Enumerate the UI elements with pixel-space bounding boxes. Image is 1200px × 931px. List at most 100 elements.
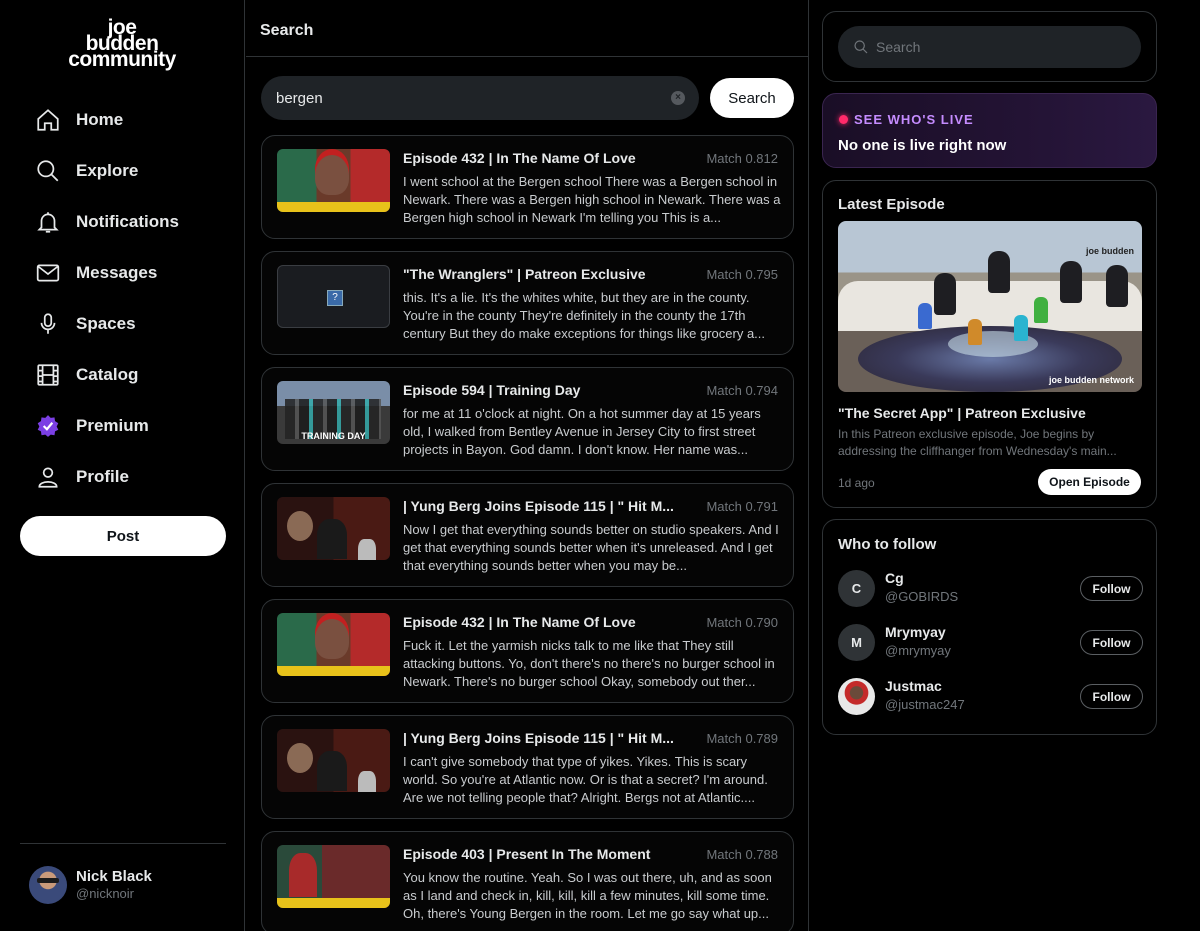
latest-episode-image[interactable]: joe budden joe budden network (838, 221, 1142, 392)
image-figure (918, 303, 932, 329)
latest-episode-description: In this Patreon exclusive episode, Joe b… (838, 427, 1117, 458)
follow-name: Justmac (885, 678, 942, 694)
episode-thumbnail (277, 497, 390, 560)
post-button[interactable]: Post (20, 516, 226, 556)
latest-episode-title[interactable]: "The Secret App" | Patreon Exclusive (838, 405, 1086, 421)
sidebar-search-box (838, 26, 1141, 68)
logo-line-community: community (68, 48, 176, 71)
nav-item-messages[interactable]: Messages (34, 247, 179, 298)
search-box: × (261, 76, 699, 120)
episode-thumbnail (277, 845, 390, 908)
image-figure (968, 319, 982, 345)
clear-search-icon[interactable]: × (671, 91, 685, 105)
search-result-card[interactable]: | Yung Berg Joins Episode 115 | " Hit M.… (261, 483, 794, 587)
bell-icon (34, 208, 62, 236)
current-user[interactable]: Nick Black @nicknoir (29, 866, 152, 904)
nav-item-catalog[interactable]: Catalog (34, 349, 179, 400)
brand-logo[interactable]: joe budden community (62, 17, 182, 71)
nav-item-profile[interactable]: Profile (34, 451, 179, 502)
image-brand-top: joe budden (1086, 246, 1134, 256)
image-person (1060, 261, 1082, 303)
follow-button[interactable]: Follow (1080, 630, 1143, 655)
match-score: Match 0.812 (706, 151, 778, 166)
image-person (988, 251, 1010, 293)
page-title: Search (246, 0, 808, 57)
follow-handle: @justmac247 (885, 697, 965, 712)
image-figure (1014, 315, 1028, 341)
live-indicator-icon (839, 115, 848, 124)
microphone-icon (34, 310, 62, 338)
search-result-card[interactable]: Episode 432 | In The Name Of Love Match … (261, 135, 794, 239)
current-user-name: Nick Black (76, 868, 152, 885)
match-score: Match 0.790 (706, 615, 778, 630)
result-snippet: this. It's a lie. It's the whites white,… (403, 290, 766, 341)
match-score: Match 0.791 (706, 499, 778, 514)
nav-item-home[interactable]: Home (34, 94, 179, 145)
nav-label: Profile (76, 466, 129, 486)
result-snippet: Now I get that everything sounds better … (403, 522, 779, 573)
live-status: No one is live right now (838, 137, 1007, 154)
search-input[interactable] (276, 89, 656, 107)
result-snippet: Fuck it. Let the yarmish nicks talk to m… (403, 638, 775, 689)
home-icon (34, 106, 62, 134)
nav-label: Home (76, 109, 124, 129)
image-brand: joe budden network (1048, 375, 1134, 385)
open-episode-button[interactable]: Open Episode (1038, 469, 1141, 495)
follow-button[interactable]: Follow (1080, 684, 1143, 709)
image-person (934, 273, 956, 315)
avatar (838, 678, 875, 715)
sidebar-divider (20, 843, 226, 844)
current-user-handle: @nicknoir (76, 886, 134, 901)
who-to-follow-card: Who to follow C Cg @GOBIRDS Follow M Mry… (822, 519, 1157, 735)
follow-name: Mrymyay (885, 624, 946, 640)
follow-button[interactable]: Follow (1080, 576, 1143, 601)
search-result-card[interactable]: Episode 594 | Training Day Match 0.794 f… (261, 367, 794, 471)
sidebar-search-input[interactable] (876, 39, 1116, 55)
image-figure (1034, 297, 1048, 323)
match-score: Match 0.794 (706, 383, 778, 398)
result-title: Episode 594 | Training Day (403, 382, 581, 398)
nav-item-premium[interactable]: Premium (34, 400, 179, 451)
episode-thumbnail (277, 729, 390, 792)
image-person (1106, 265, 1128, 307)
nav-label: Premium (76, 415, 149, 435)
episode-thumbnail (277, 613, 390, 676)
nav-item-explore[interactable]: Explore (34, 145, 179, 196)
result-title: | Yung Berg Joins Episode 115 | " Hit M.… (403, 730, 674, 746)
nav-item-spaces[interactable]: Spaces (34, 298, 179, 349)
search-button[interactable]: Search (710, 78, 794, 118)
live-card[interactable]: SEE WHO'S LIVE No one is live right now (822, 93, 1157, 168)
follow-suggestion[interactable]: C Cg @GOBIRDS Follow (838, 568, 1143, 608)
search-result-card[interactable]: Episode 403 | Present In The Moment Matc… (261, 831, 794, 931)
search-result-card[interactable]: "The Wranglers" | Patreon Exclusive Matc… (261, 251, 794, 355)
search-result-card[interactable]: | Yung Berg Joins Episode 115 | " Hit M.… (261, 715, 794, 819)
follow-handle: @mrymyay (885, 643, 951, 658)
nav-label: Explore (76, 160, 139, 180)
match-score: Match 0.789 (706, 731, 778, 746)
result-title: Episode 432 | In The Name Of Love (403, 150, 636, 166)
nav-label: Messages (76, 262, 158, 282)
result-title: "The Wranglers" | Patreon Exclusive (403, 266, 646, 282)
who-to-follow-heading: Who to follow (838, 536, 937, 553)
follow-suggestion[interactable]: M Mrymyay @mrymyay Follow (838, 622, 1143, 662)
nav-label: Catalog (76, 364, 139, 384)
search-result-card[interactable]: Episode 432 | In The Name Of Love Match … (261, 599, 794, 703)
latest-episode-heading: Latest Episode (838, 196, 945, 213)
nav-label: Notifications (76, 211, 179, 231)
nav-label: Spaces (76, 313, 136, 333)
result-snippet: You know the routine. Yeah. So I was out… (403, 870, 772, 921)
follow-suggestion[interactable]: Justmac @justmac247 Follow (838, 676, 1143, 716)
film-icon (34, 361, 62, 389)
left-sidebar: joe budden community Home Explore Notifi… (0, 0, 245, 931)
result-snippet: for me at 11 o'clock at night. On a hot … (403, 406, 761, 457)
sidebar-search-card (822, 11, 1157, 82)
avatar (29, 866, 67, 904)
follow-handle: @GOBIRDS (885, 589, 959, 604)
live-label: SEE WHO'S LIVE (854, 112, 974, 127)
result-snippet: I can't give somebody that type of yikes… (403, 754, 768, 805)
search-icon (34, 157, 62, 185)
avatar: M (838, 624, 875, 661)
result-title: Episode 432 | In The Name Of Love (403, 614, 636, 630)
result-title: | Yung Berg Joins Episode 115 | " Hit M.… (403, 498, 674, 514)
nav-item-notifications[interactable]: Notifications (34, 196, 179, 247)
